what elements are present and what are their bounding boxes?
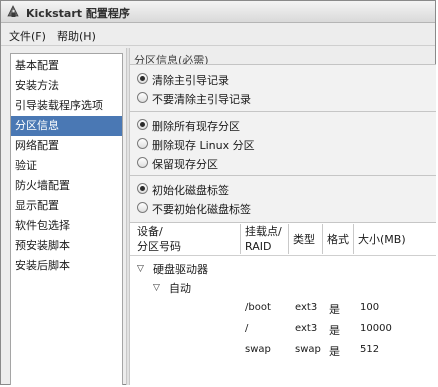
radio-indicator-selected bbox=[137, 119, 148, 130]
column-header-mount[interactable]: 挂载点/ RAID bbox=[245, 224, 282, 254]
sidebar-item-authentication[interactable]: 验证 bbox=[11, 156, 122, 176]
column-separator bbox=[353, 224, 354, 254]
radio-indicator bbox=[137, 157, 148, 168]
column-separator bbox=[322, 224, 323, 254]
sidebar-item-basic-config[interactable]: 基本配置 bbox=[11, 56, 122, 76]
menu-file[interactable]: 文件(F) bbox=[9, 28, 46, 44]
menu-bar: 文件(F) 帮助(H) bbox=[1, 24, 435, 46]
tree-node-auto[interactable]: 自动 bbox=[169, 280, 191, 296]
sidebar-item-bootloader-options[interactable]: 引导装载程序选项 bbox=[11, 96, 122, 116]
cell-type: ext3 bbox=[295, 302, 318, 313]
column-header-mount-line2: RAID bbox=[245, 240, 272, 253]
group-divider bbox=[130, 175, 436, 176]
kickstart-app-icon bbox=[6, 4, 21, 19]
radio-label: 保留现存分区 bbox=[152, 158, 218, 171]
title-bar: Kickstart 配置程序 bbox=[1, 1, 435, 23]
radio-label: 清除主引导记录 bbox=[152, 74, 229, 87]
column-header-type[interactable]: 类型 bbox=[293, 232, 315, 247]
radio-label: 不要初始化磁盘标签 bbox=[152, 203, 251, 216]
radio-label: 初始化磁盘标签 bbox=[152, 184, 229, 197]
window-title: Kickstart 配置程序 bbox=[26, 7, 130, 20]
radio-indicator-selected bbox=[137, 73, 148, 84]
radio-label: 删除现存 Linux 分区 bbox=[152, 139, 255, 152]
radio-indicator-selected bbox=[137, 183, 148, 194]
cell-format: 是 bbox=[329, 324, 340, 337]
column-header-device-line1: 设备/ bbox=[137, 225, 163, 238]
sidebar-item-package-selection[interactable]: 软件包选择 bbox=[11, 216, 122, 236]
radio-indicator bbox=[137, 92, 148, 103]
radio-indicator bbox=[137, 138, 148, 149]
sidebar-item-firewall-config[interactable]: 防火墙配置 bbox=[11, 176, 122, 196]
cell-size: 10000 bbox=[360, 323, 392, 334]
config-section-list: 基本配置 安装方法 引导装载程序选项 分区信息 网络配置 验证 防火墙配置 显示… bbox=[10, 53, 123, 385]
column-header-device-line2: 分区号码 bbox=[137, 240, 181, 253]
cell-mount: /boot bbox=[245, 302, 271, 313]
menu-help[interactable]: 帮助(H) bbox=[57, 28, 96, 44]
radio-indicator bbox=[137, 202, 148, 213]
sidebar-item-post-install-script[interactable]: 安装后脚本 bbox=[11, 256, 122, 276]
column-header-device[interactable]: 设备/ 分区号码 bbox=[137, 224, 181, 254]
radio-label: 不要清除主引导记录 bbox=[152, 93, 251, 106]
expander-down-icon[interactable]: ▽ bbox=[137, 264, 144, 274]
sidebar-item-display-config[interactable]: 显示配置 bbox=[11, 196, 122, 216]
table-header-border bbox=[130, 255, 436, 256]
cell-format: 是 bbox=[329, 303, 340, 316]
cell-size: 512 bbox=[360, 344, 380, 355]
cell-format: 是 bbox=[329, 345, 340, 358]
tree-node-hard-drives[interactable]: 硬盘驱动器 bbox=[153, 261, 208, 277]
sidebar-item-network-config[interactable]: 网络配置 bbox=[11, 136, 122, 156]
cell-mount: swap bbox=[245, 344, 271, 355]
column-header-mount-line1: 挂载点/ bbox=[245, 225, 282, 238]
cell-size: 100 bbox=[360, 302, 380, 313]
column-separator bbox=[288, 224, 289, 254]
group-divider bbox=[130, 111, 436, 112]
expander-down-icon[interactable]: ▽ bbox=[153, 283, 160, 293]
cell-type: ext3 bbox=[295, 323, 318, 334]
sidebar-item-install-method[interactable]: 安装方法 bbox=[11, 76, 122, 96]
cell-type: swap bbox=[295, 344, 321, 355]
radio-label: 删除所有现存分区 bbox=[152, 120, 240, 133]
column-separator bbox=[240, 224, 241, 254]
sidebar-item-pre-install-script[interactable]: 预安装脚本 bbox=[11, 236, 122, 256]
cell-mount: / bbox=[245, 323, 249, 334]
column-header-format[interactable]: 格式 bbox=[327, 232, 349, 247]
column-header-size[interactable]: 大小(MB) bbox=[358, 232, 406, 247]
sidebar-item-partition-info[interactable]: 分区信息 bbox=[11, 116, 122, 136]
